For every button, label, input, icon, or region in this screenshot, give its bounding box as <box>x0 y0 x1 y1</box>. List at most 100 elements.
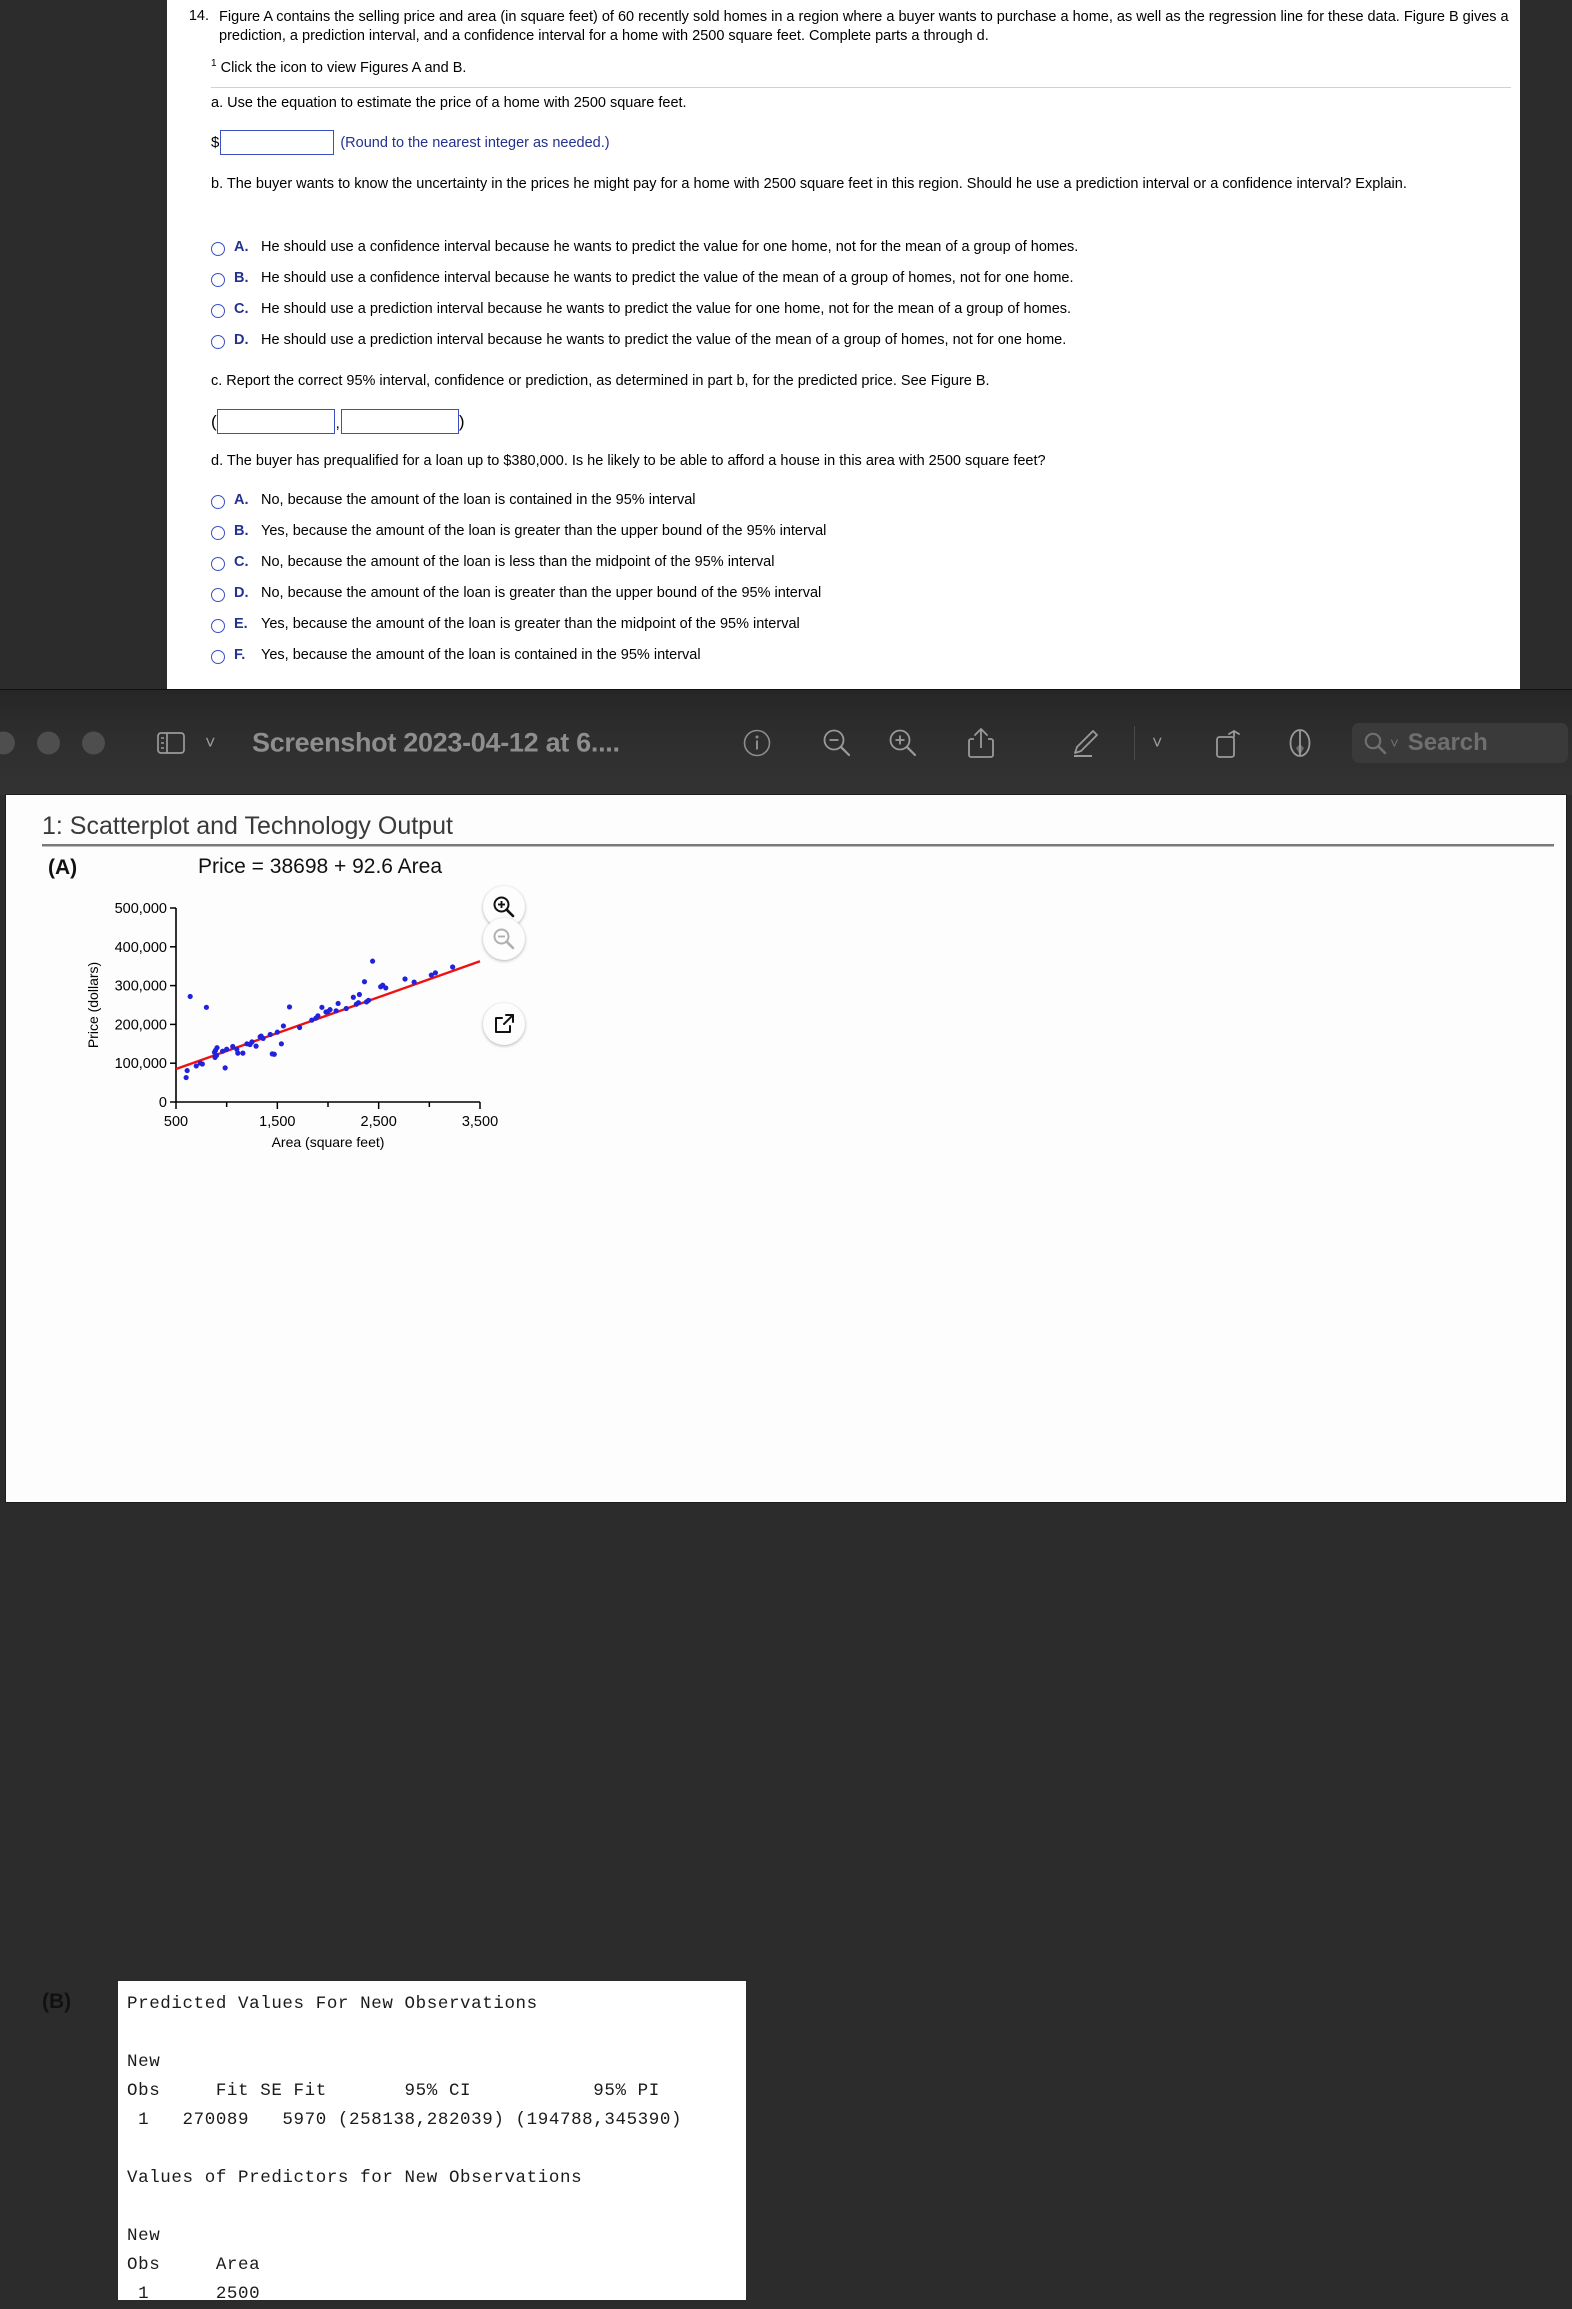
figure-open-in-new-button[interactable] <box>483 1003 525 1045</box>
radio-b-c[interactable] <box>211 304 225 318</box>
zoom-out-icon[interactable] <box>820 726 854 760</box>
option-letter: A. <box>234 492 249 508</box>
x-tick-label: 2,500 <box>361 1114 397 1130</box>
option-letter: F. <box>234 647 246 663</box>
rotate-icon[interactable] <box>1212 726 1244 760</box>
tech-line-values: 1 270089 5970 (258138,282039) (194788,34… <box>127 2110 683 2130</box>
part-b-text: b. The buyer wants to know the uncertain… <box>211 176 1407 192</box>
annotate-pen-icon[interactable] <box>1284 726 1316 760</box>
chevron-down-icon[interactable]: ˅ <box>1152 733 1163 754</box>
zoom-in-icon <box>493 896 515 918</box>
data-point <box>183 1074 189 1081</box>
data-point <box>203 1004 209 1010</box>
footnote-marker: 1 <box>211 58 217 69</box>
part-c-text: c. Report the correct 95% interval, conf… <box>211 373 990 389</box>
option-letter: B. <box>234 270 249 286</box>
data-point <box>343 1005 349 1012</box>
markup-pen-icon[interactable] <box>1068 726 1102 760</box>
data-point <box>213 1052 220 1059</box>
radio-d-b[interactable] <box>211 526 225 540</box>
option-label: No, because the amount of the loan is gr… <box>261 585 822 601</box>
data-point <box>365 997 372 1003</box>
data-point <box>260 1035 266 1041</box>
title-rule <box>42 844 1554 847</box>
regression-equation: Price = 38698 + 92.6 Area <box>198 855 443 878</box>
radio-b-d[interactable] <box>211 335 225 349</box>
option-row[interactable]: A. He should use a confidence interval b… <box>211 239 1078 270</box>
option-row[interactable]: A. No, because the amount of the loan is… <box>211 492 826 523</box>
option-letter: D. <box>234 332 249 348</box>
radio-b-b[interactable] <box>211 273 225 287</box>
radio-d-d[interactable] <box>211 588 225 602</box>
part-a-text: a. Use the equation to estimate the pric… <box>211 95 687 111</box>
option-row[interactable]: D. He should use a prediction interval b… <box>211 332 1078 363</box>
tech-line-new: New <box>127 2052 161 2072</box>
option-row[interactable]: D. No, because the amount of the loan is… <box>211 585 826 616</box>
data-point <box>214 1045 220 1051</box>
data-point <box>350 994 356 1000</box>
preview-toolbar: ˅ Screenshot 2023-04-12 at 6.... ˅ ˅ Sea… <box>0 689 1572 796</box>
chevron-down-icon[interactable]: ˅ <box>205 733 216 754</box>
data-point <box>224 1046 230 1052</box>
x-axis-label: Area (square feet) <box>272 1134 385 1150</box>
data-point <box>240 1050 246 1056</box>
part-c-lower-input[interactable] <box>216 409 335 434</box>
footnote-link[interactable]: 1 Click the icon to view Figures A and B… <box>211 58 466 76</box>
x-tick-label: 1,500 <box>259 1114 295 1130</box>
option-row[interactable]: F. Yes, because the amount of the loan i… <box>211 647 826 678</box>
option-letter: A. <box>234 239 249 255</box>
info-circle-icon[interactable] <box>742 728 772 758</box>
search-chevron-icon[interactable]: ˅ <box>1390 735 1399 752</box>
question-number: 14. <box>188 8 209 24</box>
y-tick-label: 400,000 <box>115 940 167 956</box>
part-d-text: d. The buyer has prequalified for a loan… <box>211 453 1046 469</box>
close-paren: ) <box>458 411 465 431</box>
y-tick-label: 100,000 <box>115 1056 167 1072</box>
toolbar-separator <box>1134 726 1135 760</box>
data-point <box>274 1029 280 1035</box>
data-point <box>327 1007 333 1013</box>
option-label: Yes, because the amount of the loan is g… <box>261 616 800 632</box>
data-point <box>199 1061 205 1067</box>
option-label: He should use a confidence interval beca… <box>261 239 1079 255</box>
radio-d-f[interactable] <box>211 650 225 664</box>
figure-zoom-out-button[interactable] <box>483 918 525 960</box>
data-point <box>432 970 439 976</box>
option-label: He should use a prediction interval beca… <box>261 332 1067 348</box>
minimize-button[interactable] <box>37 731 60 755</box>
section-divider <box>211 87 1511 88</box>
part-c-upper-input[interactable] <box>340 409 459 434</box>
tech-line-header: Obs Fit SE Fit 95% CI 95% PI <box>127 2081 660 2101</box>
close-button[interactable] <box>0 731 15 755</box>
tech-line-area-value: 1 2500 <box>127 2284 261 2304</box>
open-in-new-icon <box>495 1014 514 1033</box>
option-label: No, because the amount of the loan is le… <box>261 554 775 570</box>
option-row[interactable]: B. Yes, because the amount of the loan i… <box>211 523 826 554</box>
dollar-sign: $ <box>211 134 220 151</box>
option-row[interactable]: B. He should use a confidence interval b… <box>211 270 1078 301</box>
y-tick-label: 0 <box>159 1095 167 1111</box>
zoom-in-icon[interactable] <box>886 726 920 760</box>
sidebar-icon[interactable] <box>156 730 186 756</box>
part-d-options: A. No, because the amount of the loan is… <box>211 492 826 678</box>
option-row[interactable]: E. Yes, because the amount of the loan i… <box>211 616 826 647</box>
radio-d-e[interactable] <box>211 619 225 633</box>
option-label: No, because the amount of the loan is co… <box>261 492 696 508</box>
data-point <box>333 1008 339 1014</box>
panel-b-label: (B) <box>42 1990 72 2013</box>
search-field[interactable]: ˅ Search <box>1352 723 1568 763</box>
share-icon[interactable] <box>966 726 996 760</box>
option-row[interactable]: C. He should use a prediction interval b… <box>211 301 1078 332</box>
part-c-answer-row: ( , ) <box>211 409 465 434</box>
radio-b-a[interactable] <box>211 242 225 256</box>
part-a-hint: (Round to the nearest integer as needed.… <box>340 134 610 151</box>
option-label: He should use a confidence interval beca… <box>261 270 1074 286</box>
part-a-input[interactable] <box>220 130 335 155</box>
radio-d-c[interactable] <box>211 557 225 571</box>
maximize-button[interactable] <box>82 731 105 755</box>
option-row[interactable]: C. No, because the amount of the loan is… <box>211 554 826 585</box>
data-point <box>278 1041 284 1047</box>
option-letter: C. <box>234 554 249 570</box>
radio-d-a[interactable] <box>211 495 225 509</box>
data-point <box>267 1031 273 1038</box>
